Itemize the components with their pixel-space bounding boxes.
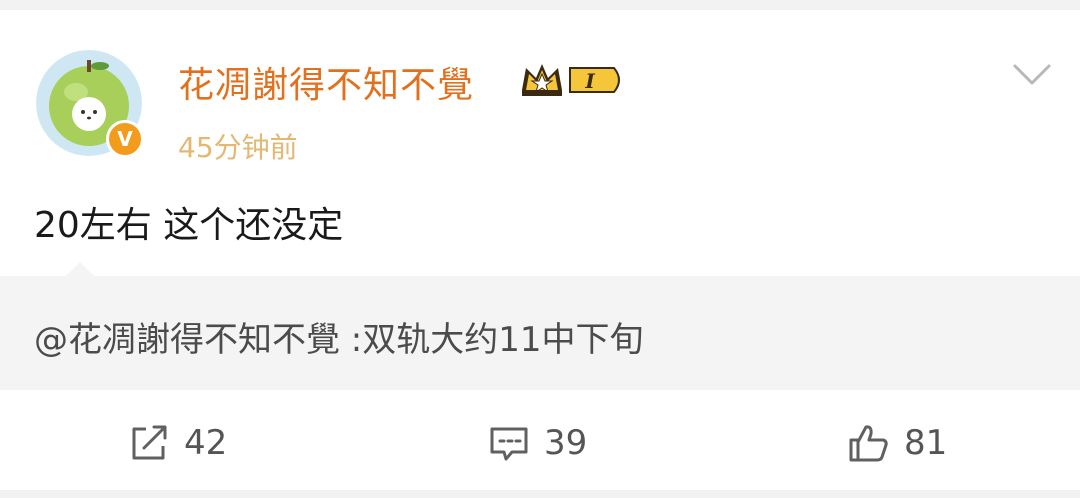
- like-button[interactable]: 81: [848, 418, 947, 468]
- crown-level-badge-icon[interactable]: I: [518, 60, 628, 100]
- comment-button[interactable]: 39: [488, 418, 587, 468]
- top-divider: [0, 0, 1080, 10]
- bottom-divider: [0, 490, 1080, 498]
- post-content: 20左右 这个还没定: [34, 205, 344, 246]
- comment-icon: [490, 427, 528, 461]
- repost-count: 42: [184, 423, 228, 463]
- quoted-post-text[interactable]: @花凋謝得不知不覺 :双轨大约11中下旬: [34, 312, 644, 361]
- repost-button[interactable]: 42: [128, 418, 227, 468]
- like-icon: [849, 425, 888, 462]
- badge-level-text: I: [584, 69, 595, 93]
- post-time: 45分钟前: [178, 131, 298, 164]
- comment-count: 39: [544, 423, 588, 463]
- verified-v-icon: V: [106, 120, 144, 158]
- chevron-down-icon[interactable]: [1012, 62, 1052, 88]
- like-count: 81: [904, 423, 948, 463]
- repost-icon: [132, 425, 167, 460]
- author-name[interactable]: 花凋謝得不知不覺: [178, 56, 474, 108]
